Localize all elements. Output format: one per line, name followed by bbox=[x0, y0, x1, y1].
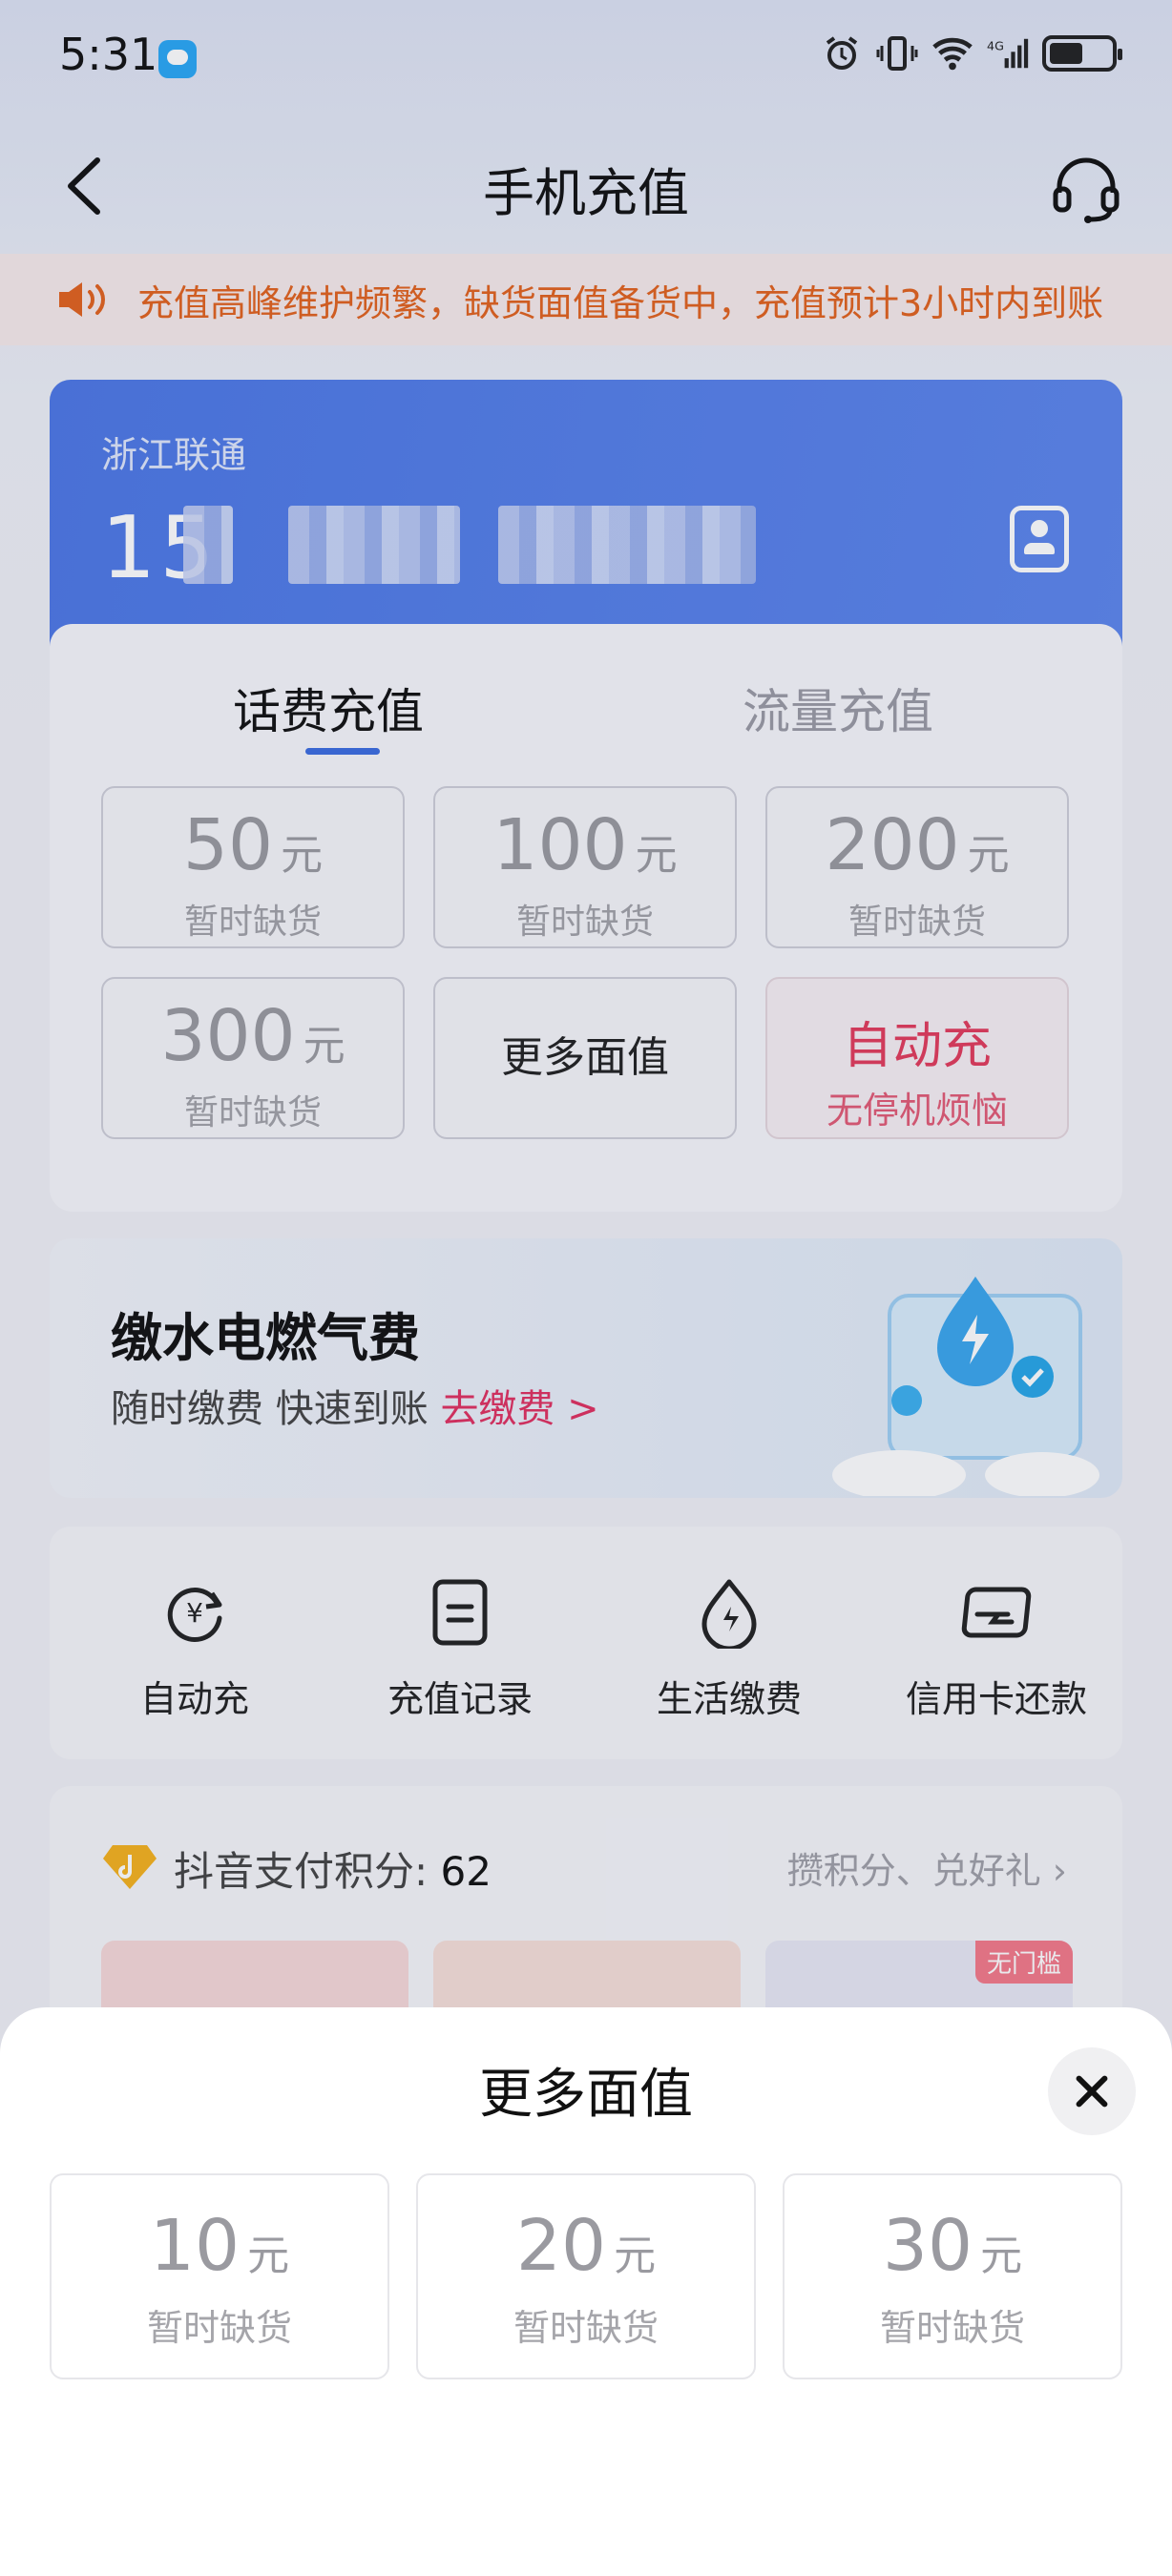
sheet-title: 更多面值 bbox=[479, 2064, 693, 2126]
close-icon[interactable] bbox=[1048, 2047, 1136, 2135]
amount-option-20[interactable]: 20 元 暂时缺货 bbox=[416, 2173, 756, 2379]
amount-option-10[interactable]: 10 元 暂时缺货 bbox=[50, 2173, 389, 2379]
amount-option-30[interactable]: 30 元 暂时缺货 bbox=[783, 2173, 1122, 2379]
more-amounts-sheet: 更多面值 10 元 暂时缺货 20 元 暂时缺货 30 元 暂时缺货 bbox=[0, 2007, 1172, 2576]
